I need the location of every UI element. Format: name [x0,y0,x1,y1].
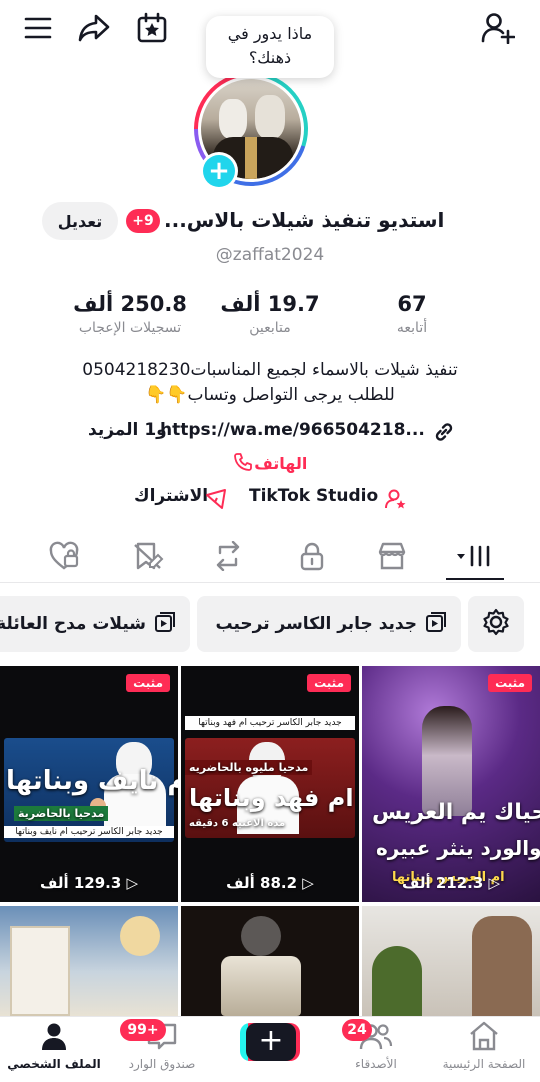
video-2-duration: مده الاغنيه 6 دقيقه [189,818,286,829]
nav-home-label: الصفحة الرئيسية [442,1057,526,1071]
video-1-caption: ام نايف وبناتها [6,766,178,796]
tab-videos-grid[interactable] [452,538,496,574]
nav-profile[interactable]: الملف الشخصي [4,1021,104,1071]
following-label: أتابعه [396,320,428,336]
bubble-line1: ماذا يدور في [227,24,313,43]
video-1-views: 129.3 ألف [39,874,122,892]
chip-settings[interactable] [468,596,524,652]
tab-shop[interactable] [372,538,412,574]
profile-name-row: تعديل +9 استديو تنفيذ شيلات بالاس... [0,202,540,242]
subscribe-icon [204,487,228,516]
tab-hidden-likes[interactable] [44,538,84,574]
tab-private[interactable] [292,538,332,574]
home-icon [467,1021,501,1055]
nav-profile-label: الملف الشخصي [7,1057,101,1071]
video-2-caption: ام فهد وبناتها [189,784,354,812]
view-count: ▷ 88.2 ألف [187,874,353,892]
subscribe-link[interactable]: الاشتراك [134,486,208,506]
view-count: ▷ 129.3 ألف [6,874,172,892]
bio-link-row[interactable]: و1 المزيد https://wa.me/966504218... [0,418,540,446]
play-icon: ▷ [297,874,314,892]
inbox-badge: 99+ [120,1019,166,1041]
likes-count: 250.8 ألف [73,292,187,316]
nav-inbox[interactable]: صندوق الوارد 99+ [112,1019,212,1071]
nav-friends[interactable]: الأصدقاء 24 [326,1019,426,1071]
video-thumbnail-3[interactable]: حياك يم العريس والورد ينثر عبيره ام العر… [362,666,540,902]
username-handle: @zaffat2024 [215,245,325,265]
following-stat[interactable]: 67 أتابعه [342,292,482,336]
playlist-icon [425,611,447,638]
following-count: 67 [397,292,427,316]
studio-link[interactable]: TikTok Studio [249,486,378,506]
pinned-badge: مثبت [488,674,532,692]
nav-inbox-label: صندوق الوارد [128,1057,196,1071]
bio-line2: للطلب يرجى التواصل وتساب👇👇 [145,385,395,405]
chip-family-label: شيلات مدح العائلة [0,614,146,634]
profile-icon [39,1023,69,1055]
phone-link[interactable]: الهاتف [0,452,540,473]
link-icon [432,420,456,448]
share-icon[interactable] [76,10,112,46]
gear-icon [481,607,511,642]
chip-family-playlist[interactable]: شيلات مدح العائلة [0,596,190,652]
play-icon: ▷ [483,874,501,892]
video-2-footer: جديد جابر الكاسر ترحيب ام فهد وبناتها [185,716,355,730]
bio-line1: تنفيذ شيلات بالاسماء لجميع المناسبات0504… [82,360,458,380]
phone-label: الهاتف [254,454,308,473]
likes-stat[interactable]: 250.8 ألف تسجيلات الإعجاب [60,292,200,336]
video-thumbnail-4[interactable] [0,906,178,1016]
studio-icon [384,487,408,516]
video-thumbnail-5[interactable] [181,906,359,1016]
nav-friends-label: الأصدقاء [355,1057,397,1071]
calendar-star-icon[interactable] [134,10,170,46]
status-bubble[interactable]: ماذا يدور في ذهنك؟ [206,16,334,78]
tab-reposts[interactable] [208,538,248,574]
tabs-divider [0,582,540,583]
chip-jaber-label: جديد جابر الكاسر ترحيب [215,614,417,634]
video-2-views: 88.2 ألف [226,874,298,892]
followers-stat[interactable]: 19.7 ألف متابعين [200,292,340,336]
studio-row: الاشتراك TikTok Studio [0,486,540,514]
profile-tabs [0,534,540,582]
notification-badge[interactable]: +9 [126,209,160,233]
bio-link[interactable]: https://wa.me/966504218... [160,420,425,440]
chip-jaber-playlist[interactable]: جديد جابر الكاسر ترحيب [197,596,461,652]
play-icon: ▷ [121,874,139,892]
pinned-badge: مثبت [126,674,170,692]
bubble-line2: ذهنك؟ [248,48,292,67]
add-user-icon[interactable] [480,10,516,46]
video-3-views: 212.3 ألف [401,874,484,892]
view-count: ▷ 212.3 ألف [368,874,534,892]
nav-home[interactable]: الصفحة الرئيسية [434,1021,534,1071]
link-more[interactable]: و1 المزيد [88,420,167,440]
followers-count: 19.7 ألف [220,292,320,316]
playlist-chips: شيلات مدح العائلة جديد جابر الكاسر ترحيب [0,596,540,654]
menu-icon[interactable] [20,10,56,46]
video-thumbnail-6[interactable] [362,906,540,1016]
active-tab-indicator [446,578,504,580]
video-3-sub: والورد ينثر عبيره [376,836,540,860]
video-grid: ام نايف وبناتها مدحيا بالحاضرية جديد جاب… [0,666,540,1016]
video-2-sub: مدحيا مليوه بالحاضريه [185,760,313,775]
video-thumbnail-1[interactable]: ام نايف وبناتها مدحيا بالحاضرية جديد جاب… [0,666,178,902]
video-1-footer: جديد جابر الكاسر ترحيب ام نايف وبناتها [4,826,174,838]
edit-profile-button[interactable]: تعديل [42,202,118,240]
video-3-caption: حياك يم العريس [372,800,540,825]
likes-label: تسجيلات الإعجاب [78,320,182,336]
bottom-navigation: الصفحة الرئيسية الأصدقاء 24 + صندوق الوا… [0,1016,540,1082]
pinned-badge: مثبت [307,674,351,692]
display-name[interactable]: استديو تنفيذ شيلات بالاس... [164,208,444,232]
tab-favorites[interactable] [128,538,168,574]
create-button[interactable]: + [240,1023,300,1061]
add-story-button[interactable]: + [200,152,238,190]
playlist-icon [154,611,176,638]
video-thumbnail-2[interactable]: جديد جابر الكاسر ترحيب ام فهد وبناتها مد… [181,666,359,902]
friends-badge: 24 [342,1019,372,1041]
video-1-sub: مدحيا بالحاضرية [14,806,109,821]
plus-icon: + [246,1023,296,1061]
followers-label: متابعين [249,320,291,336]
